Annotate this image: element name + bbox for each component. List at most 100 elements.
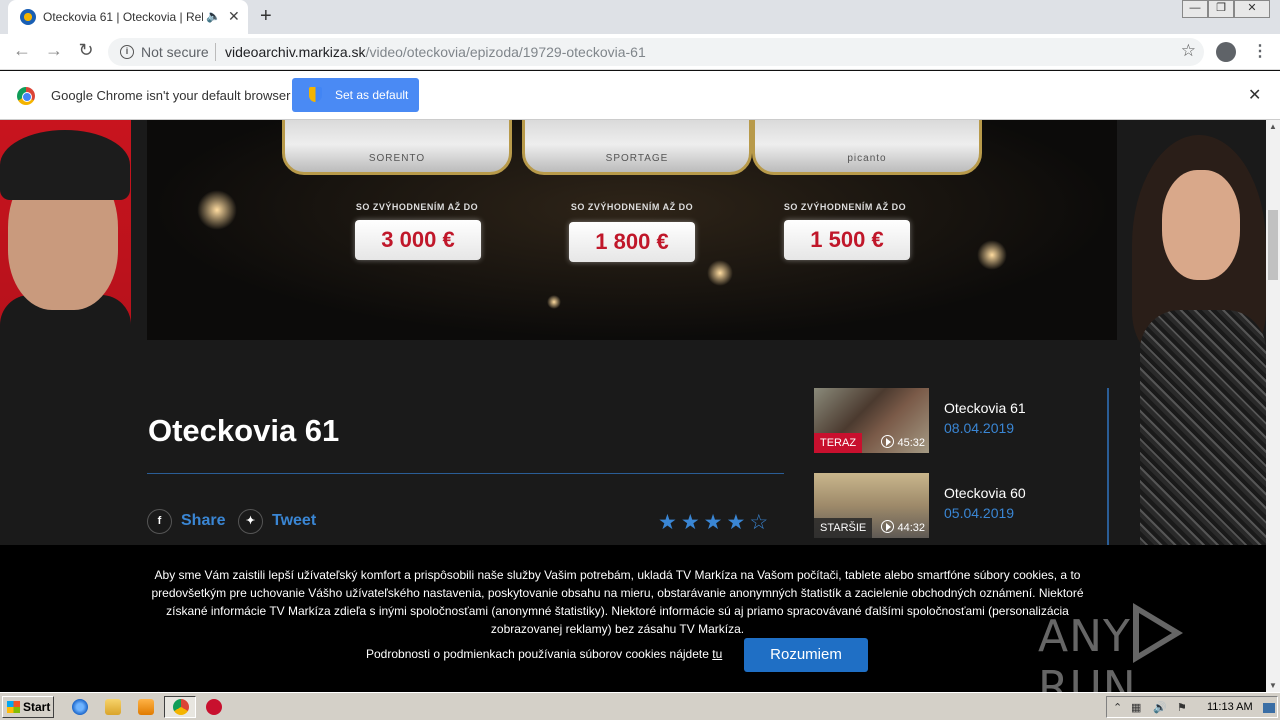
list-item[interactable]: STARŠIE 44:32 Oteckovia 60 05.04.2019 (814, 473, 1110, 538)
tab-title: Oteckovia 61 | Oteckovia | Relá (43, 10, 203, 24)
duration-text: 44:32 (897, 522, 925, 534)
page-content: SORENTO SPORTAGE picanto SO ZVÝHODNENÍM … (0, 120, 1266, 545)
reel-label: SORENTO (368, 153, 426, 164)
right-ad-person-face (1162, 170, 1240, 280)
windows-logo-icon (7, 701, 20, 713)
episode-thumbnail[interactable]: STARŠIE 44:32 (814, 473, 929, 538)
star-filled-icon[interactable]: ★ (681, 511, 704, 534)
profile-avatar-icon[interactable] (1216, 42, 1236, 62)
related-date: 05.04.2019 (944, 505, 1015, 521)
folder-icon[interactable] (105, 699, 121, 715)
volume-icon[interactable]: 🔊 (1153, 701, 1167, 714)
deal-price: 1 500 € (784, 220, 910, 260)
url-text[interactable]: videoarchiv.markiza.sk/video/oteckovia/e… (225, 44, 646, 60)
deal-price: 1 800 € (569, 222, 695, 262)
twitter-icon[interactable]: ✦ (238, 509, 263, 534)
close-window-button[interactable]: ✕ (1234, 0, 1270, 18)
star-filled-icon[interactable]: ★ (704, 511, 727, 534)
status-badge: TERAZ (814, 433, 863, 453)
scroll-down-icon[interactable]: ▼ (1269, 681, 1277, 690)
markiza-favicon-icon (20, 9, 36, 25)
cookie-details: Podrobnosti o podmienkach používania súb… (366, 647, 722, 661)
cookie-details-link[interactable]: tu (712, 647, 722, 661)
sparkle (977, 240, 1007, 270)
related-title[interactable]: Oteckovia 60 (944, 485, 1026, 501)
set-as-default-button[interactable]: Set as default (292, 78, 419, 112)
security-label[interactable]: Not secure (141, 44, 209, 60)
left-ad-person-body (0, 295, 131, 545)
bookmark-star-icon[interactable]: ☆ (1181, 41, 1196, 61)
restore-button[interactable]: ❐ (1208, 0, 1234, 18)
duration: 44:32 (881, 520, 925, 534)
stop-icon[interactable] (206, 699, 222, 715)
set-as-default-label: Set as default (335, 88, 409, 102)
deal-caption: SO ZVÝHODNENÍM AŽ DO (570, 202, 694, 212)
related-scrollbar[interactable] (1107, 388, 1109, 545)
flag-icon[interactable]: ⚑ (1177, 701, 1187, 714)
related-date: 08.04.2019 (944, 420, 1015, 436)
browser-toolbar: ← → ↻ i Not secure videoarchiv.markiza.s… (0, 34, 1280, 70)
sparkle (547, 295, 561, 309)
start-button[interactable]: Start (2, 696, 54, 718)
cookie-accept-button[interactable]: Rozumiem (744, 638, 868, 672)
clock[interactable]: 11:13 AM (1207, 701, 1253, 713)
duration-text: 45:32 (897, 437, 925, 449)
internet-explorer-icon[interactable] (72, 699, 88, 715)
watermark-left: ANY (1038, 611, 1131, 662)
page-scrollbar[interactable]: ▲ ▼ (1266, 120, 1280, 692)
network-icon[interactable]: ▦ (1131, 701, 1141, 714)
url-host: videoarchiv.markiza.sk (225, 44, 366, 60)
right-ad-person-body (1140, 310, 1266, 545)
infobar-close-icon[interactable]: ✕ (1248, 85, 1261, 105)
omnibox-divider (215, 43, 216, 61)
minimize-button[interactable]: — (1182, 0, 1208, 18)
scroll-up-icon[interactable]: ▲ (1269, 122, 1277, 131)
media-player-icon[interactable] (138, 699, 154, 715)
list-item[interactable]: TERAZ 45:32 Oteckovia 61 08.04.2019 (814, 388, 1110, 453)
deal-price: 3 000 € (355, 220, 481, 260)
tab-close-icon[interactable]: ✕ (228, 8, 240, 25)
speaker-icon[interactable]: 🔈 (206, 9, 221, 23)
browser-tab[interactable]: Oteckovia 61 | Oteckovia | Relá 🔈 ✕ (8, 0, 248, 34)
star-filled-icon[interactable]: ★ (658, 511, 681, 534)
star-rating[interactable]: ★★★★☆ (658, 510, 772, 535)
left-ad-person-cap (0, 130, 130, 200)
car-reel-3: picanto (752, 120, 982, 175)
show-desktop-icon[interactable] (1263, 703, 1275, 713)
duration: 45:32 (881, 435, 925, 449)
back-arrow-icon[interactable]: ← (10, 40, 34, 61)
facebook-icon[interactable]: f (147, 509, 172, 534)
url-path: /video/oteckovia/epizoda/19729-oteckovia… (365, 44, 646, 60)
star-empty-icon[interactable]: ☆ (749, 511, 772, 534)
scrollbar-thumb[interactable] (1268, 210, 1278, 280)
left-skin-ad[interactable] (0, 120, 131, 545)
status-badge: STARŠIE (814, 518, 873, 538)
address-bar[interactable]: i Not secure videoarchiv.markiza.sk/vide… (108, 38, 1204, 66)
kebab-menu-icon[interactable]: ⋮ (1252, 41, 1268, 61)
cookie-text: Aby sme Vám zaistili lepší užívateľský k… (151, 568, 1084, 636)
default-browser-infobar: Google Chrome isn't your default browser… (0, 71, 1280, 120)
play-icon (881, 435, 895, 448)
reload-icon[interactable]: ↻ (74, 40, 98, 61)
star-filled-icon[interactable]: ★ (726, 511, 749, 534)
cookie-consent-bar: Aby sme Vám zaistili lepší užívateľský k… (0, 545, 1266, 713)
tray-expand-icon[interactable]: ⌃ (1113, 701, 1122, 714)
sparkle (707, 260, 733, 286)
shield-icon (309, 87, 322, 102)
promo-banner[interactable]: SORENTO SPORTAGE picanto SO ZVÝHODNENÍM … (147, 120, 1117, 340)
forward-arrow-icon[interactable]: → (42, 40, 66, 61)
tab-strip: Oteckovia 61 | Oteckovia | Relá 🔈 ✕ + — … (0, 0, 1280, 34)
new-tab-button[interactable]: + (260, 5, 272, 28)
start-label: Start (23, 700, 51, 714)
play-icon (881, 520, 895, 533)
related-title[interactable]: Oteckovia 61 (944, 400, 1026, 416)
chrome-taskbar-button[interactable] (164, 696, 196, 718)
info-icon[interactable]: i (120, 45, 134, 59)
tweet-link[interactable]: Tweet (272, 512, 316, 530)
car-reel-2: SPORTAGE (522, 120, 752, 175)
system-tray: ⌃ ▦ 🔊 ⚑ 11:13 AM (1106, 696, 1278, 718)
play-logo-icon (1132, 603, 1183, 663)
episode-thumbnail[interactable]: TERAZ 45:32 (814, 388, 929, 453)
windows-taskbar: Start ⌃ ▦ 🔊 ⚑ 11:13 AM (0, 692, 1280, 720)
facebook-share-link[interactable]: Share (181, 512, 225, 530)
